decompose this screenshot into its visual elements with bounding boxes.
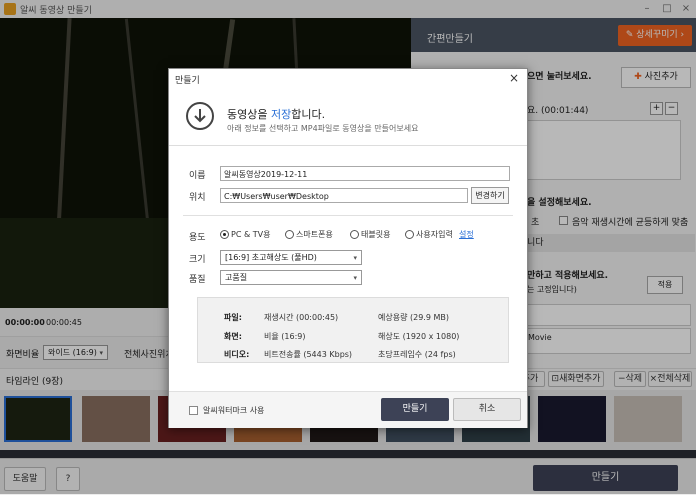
video-info-label: 비디오: bbox=[224, 350, 250, 359]
dialog-footer: 알씨워터마크 사용 만들기 취소 bbox=[169, 391, 527, 428]
name-input[interactable]: 알씨동영상2019-12-11 bbox=[220, 166, 510, 181]
chevron-down-icon: ▾ bbox=[353, 254, 357, 262]
dialog-heading: 동영상을 저장합니다. bbox=[227, 106, 325, 122]
chevron-down-icon: ▾ bbox=[353, 274, 357, 282]
usage-radio-pc[interactable] bbox=[220, 230, 229, 239]
aspect-ratio: 비율 (16:9) bbox=[264, 332, 306, 341]
name-label: 이름 bbox=[189, 171, 206, 181]
watermark-label: 알씨워터마크 사용 bbox=[203, 406, 265, 415]
dialog-title: 만들기 bbox=[175, 76, 200, 86]
dialog-header: 동영상을 저장합니다. 아래 정보를 선택하고 MP4파일로 동영상을 만들어보… bbox=[169, 87, 527, 146]
make-dialog: 만들기 × 동영상을 저장합니다. 아래 정보를 선택하고 MP4파일로 동영상… bbox=[168, 68, 528, 428]
resolution: 해상도 (1920 x 1080) bbox=[378, 332, 460, 341]
usage-option-tablet: 태블릿용 bbox=[361, 230, 391, 239]
heading-post: 합니다. bbox=[291, 108, 326, 121]
size-select[interactable]: [16:9] 초고해상도 (풀HD) ▾ bbox=[220, 250, 362, 265]
frame-rate: 초당프레임수 (24 fps) bbox=[378, 350, 456, 359]
divider bbox=[183, 215, 513, 216]
usage-radio-tablet[interactable] bbox=[350, 230, 359, 239]
dialog-close-icon[interactable]: × bbox=[509, 71, 519, 85]
usage-option-custom: 사용자입력 bbox=[416, 230, 453, 239]
file-info-label: 파일: bbox=[224, 313, 242, 322]
usage-label: 용도 bbox=[189, 233, 206, 243]
usage-option-smartphone: 스마트폰용 bbox=[296, 230, 333, 239]
dialog-cancel-button[interactable]: 취소 bbox=[453, 398, 521, 421]
play-time: 재생시간 (00:00:45) bbox=[264, 313, 339, 322]
watermark-checkbox[interactable] bbox=[189, 406, 198, 415]
screen-info-label: 화면: bbox=[224, 332, 242, 341]
location-input[interactable]: C:₩Users₩user₩Desktop bbox=[220, 188, 468, 203]
bitrate: 비트전송률 (5443 Kbps) bbox=[264, 350, 353, 359]
dialog-make-button[interactable]: 만들기 bbox=[381, 398, 449, 421]
usage-option-pc: PC & TV용 bbox=[231, 230, 271, 239]
location-label: 위치 bbox=[189, 193, 206, 203]
download-icon bbox=[186, 102, 214, 130]
expected-size: 예상용량 (29.9 MB) bbox=[378, 313, 449, 322]
quality-value: 고품질 bbox=[225, 273, 248, 282]
file-info-box: 파일: 재생시간 (00:00:45) 예상용량 (29.9 MB) 화면: 비… bbox=[197, 297, 509, 363]
size-label: 크기 bbox=[189, 255, 206, 265]
heading-pre: 동영상을 bbox=[227, 108, 271, 121]
size-value: [16:9] 초고해상도 (풀HD) bbox=[225, 253, 317, 262]
settings-link[interactable]: 설정 bbox=[459, 229, 474, 240]
heading-highlight: 저장 bbox=[270, 108, 292, 121]
usage-radio-custom[interactable] bbox=[405, 230, 414, 239]
dialog-subheading: 아래 정보를 선택하고 MP4파일로 동영상을 만들어보세요 bbox=[227, 124, 419, 133]
usage-radio-smartphone[interactable] bbox=[285, 230, 294, 239]
change-location-button[interactable]: 변경하기 bbox=[471, 187, 509, 204]
quality-label: 품질 bbox=[189, 275, 206, 285]
quality-select[interactable]: 고품질 ▾ bbox=[220, 270, 362, 285]
